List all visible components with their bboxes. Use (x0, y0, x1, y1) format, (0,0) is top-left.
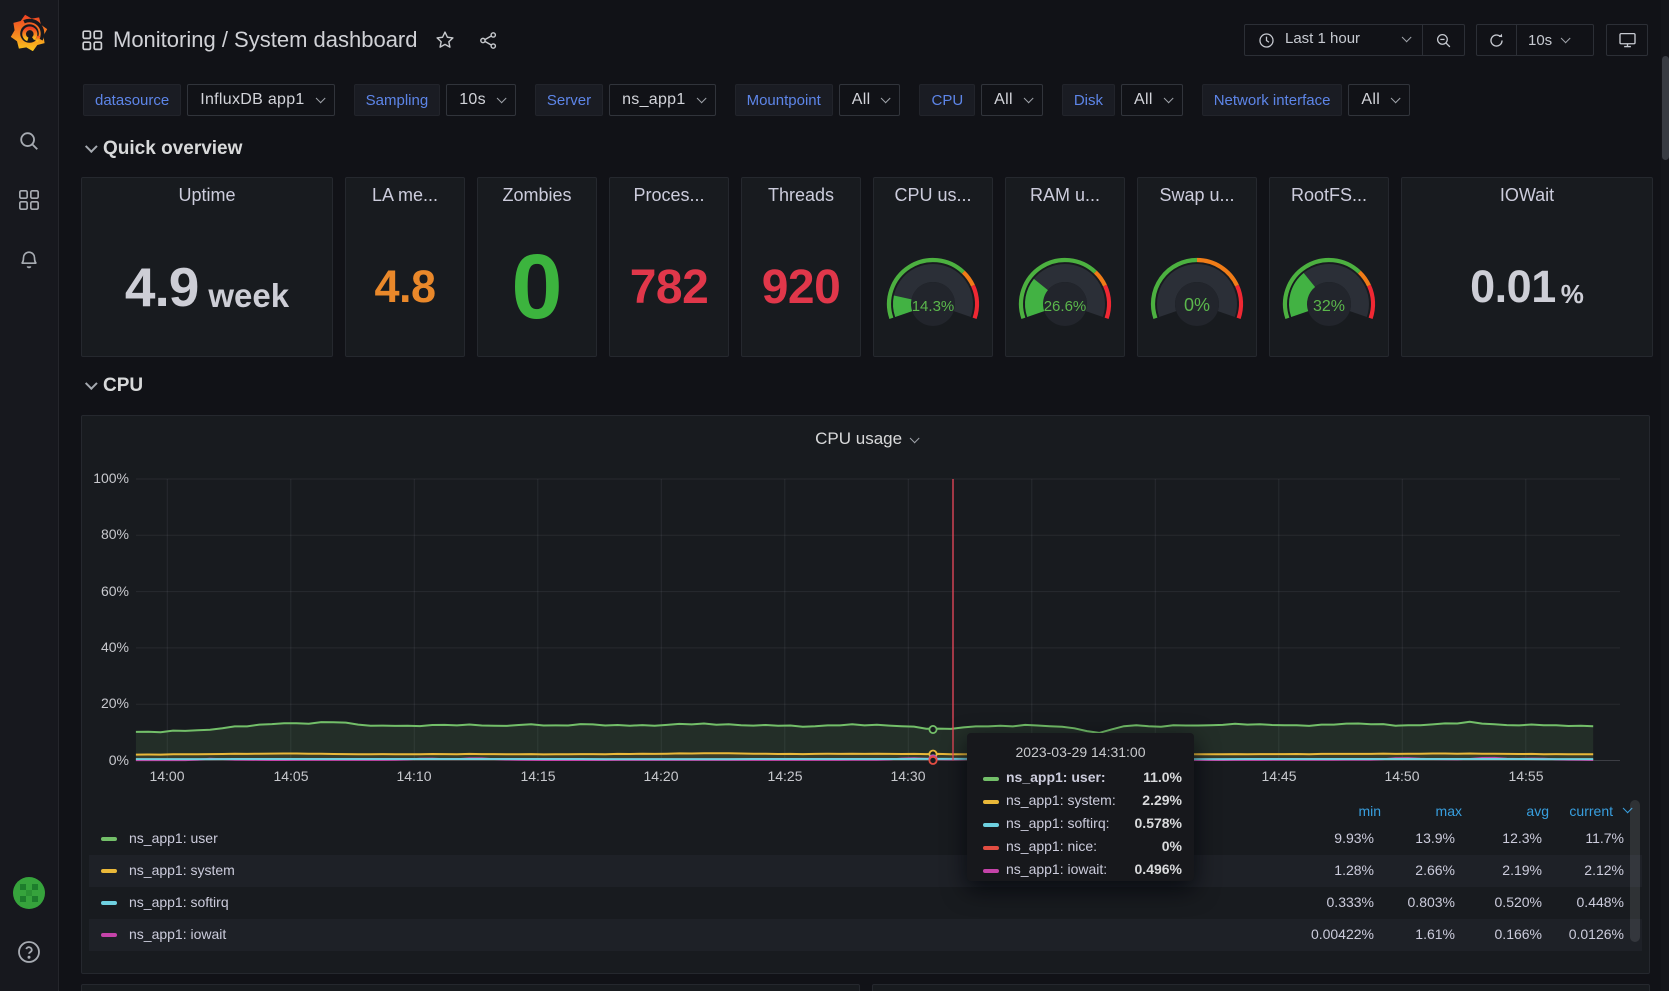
svg-text:32%: 32% (1313, 298, 1345, 315)
svg-text:14.3%: 14.3% (912, 298, 955, 315)
svg-text:26.6%: 26.6% (1044, 298, 1087, 315)
svg-text:0%: 0% (1184, 295, 1210, 315)
